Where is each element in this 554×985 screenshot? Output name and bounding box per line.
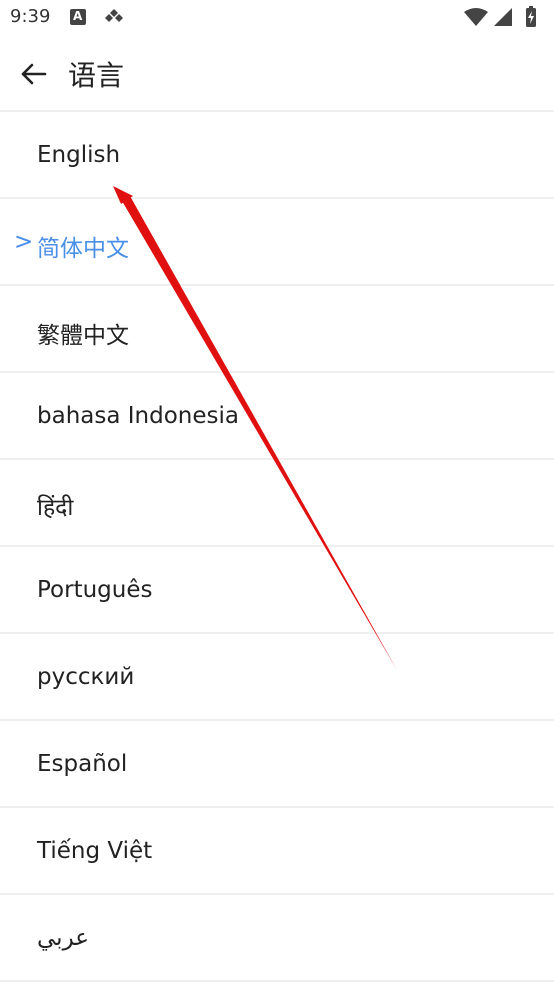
status-right-icons [464,6,536,27]
language-item-vietnamese[interactable]: Tiếng Việt [0,808,554,895]
language-item-portuguese[interactable]: Português [0,547,554,634]
language-label: Español [37,751,128,777]
language-item-spanish[interactable]: Español [0,721,554,808]
page-title: 语言 [68,59,125,92]
language-label: 繁體中文 [37,323,129,349]
language-item-russian[interactable]: русский [0,634,554,721]
language-item-hindi[interactable]: हिंदी [0,460,554,547]
language-item-english[interactable]: English [0,112,554,199]
language-item-arabic[interactable]: عربي [0,895,554,982]
battery-icon [526,6,536,27]
signal-icon [494,8,512,26]
language-label: русский [37,664,135,690]
language-label: 简体中文 [37,236,129,262]
language-label: Tiếng Việt [37,838,153,864]
language-label: عربي [37,925,89,951]
app-bar: 语言 [0,38,554,112]
language-label: English [37,142,121,168]
language-label: bahasa Indonesia [37,403,239,429]
language-item-indonesian[interactable]: bahasa Indonesia [0,373,554,460]
notification-a-icon [70,9,86,25]
language-item-traditional-chinese[interactable]: 繁體中文 [0,286,554,373]
language-label: Português [37,577,153,603]
selected-marker: > [14,229,34,255]
language-label: हिंदी [37,495,74,521]
status-time: 9:39 [10,6,51,27]
language-list: English > 简体中文 繁體中文 bahasa Indonesia हिं… [0,112,554,982]
language-item-simplified-chinese[interactable]: > 简体中文 [0,199,554,286]
wifi-icon [464,8,488,26]
notification-diamond-icon [105,9,123,22]
back-arrow-icon[interactable] [18,58,50,90]
status-bar: 9:39 [0,0,554,38]
